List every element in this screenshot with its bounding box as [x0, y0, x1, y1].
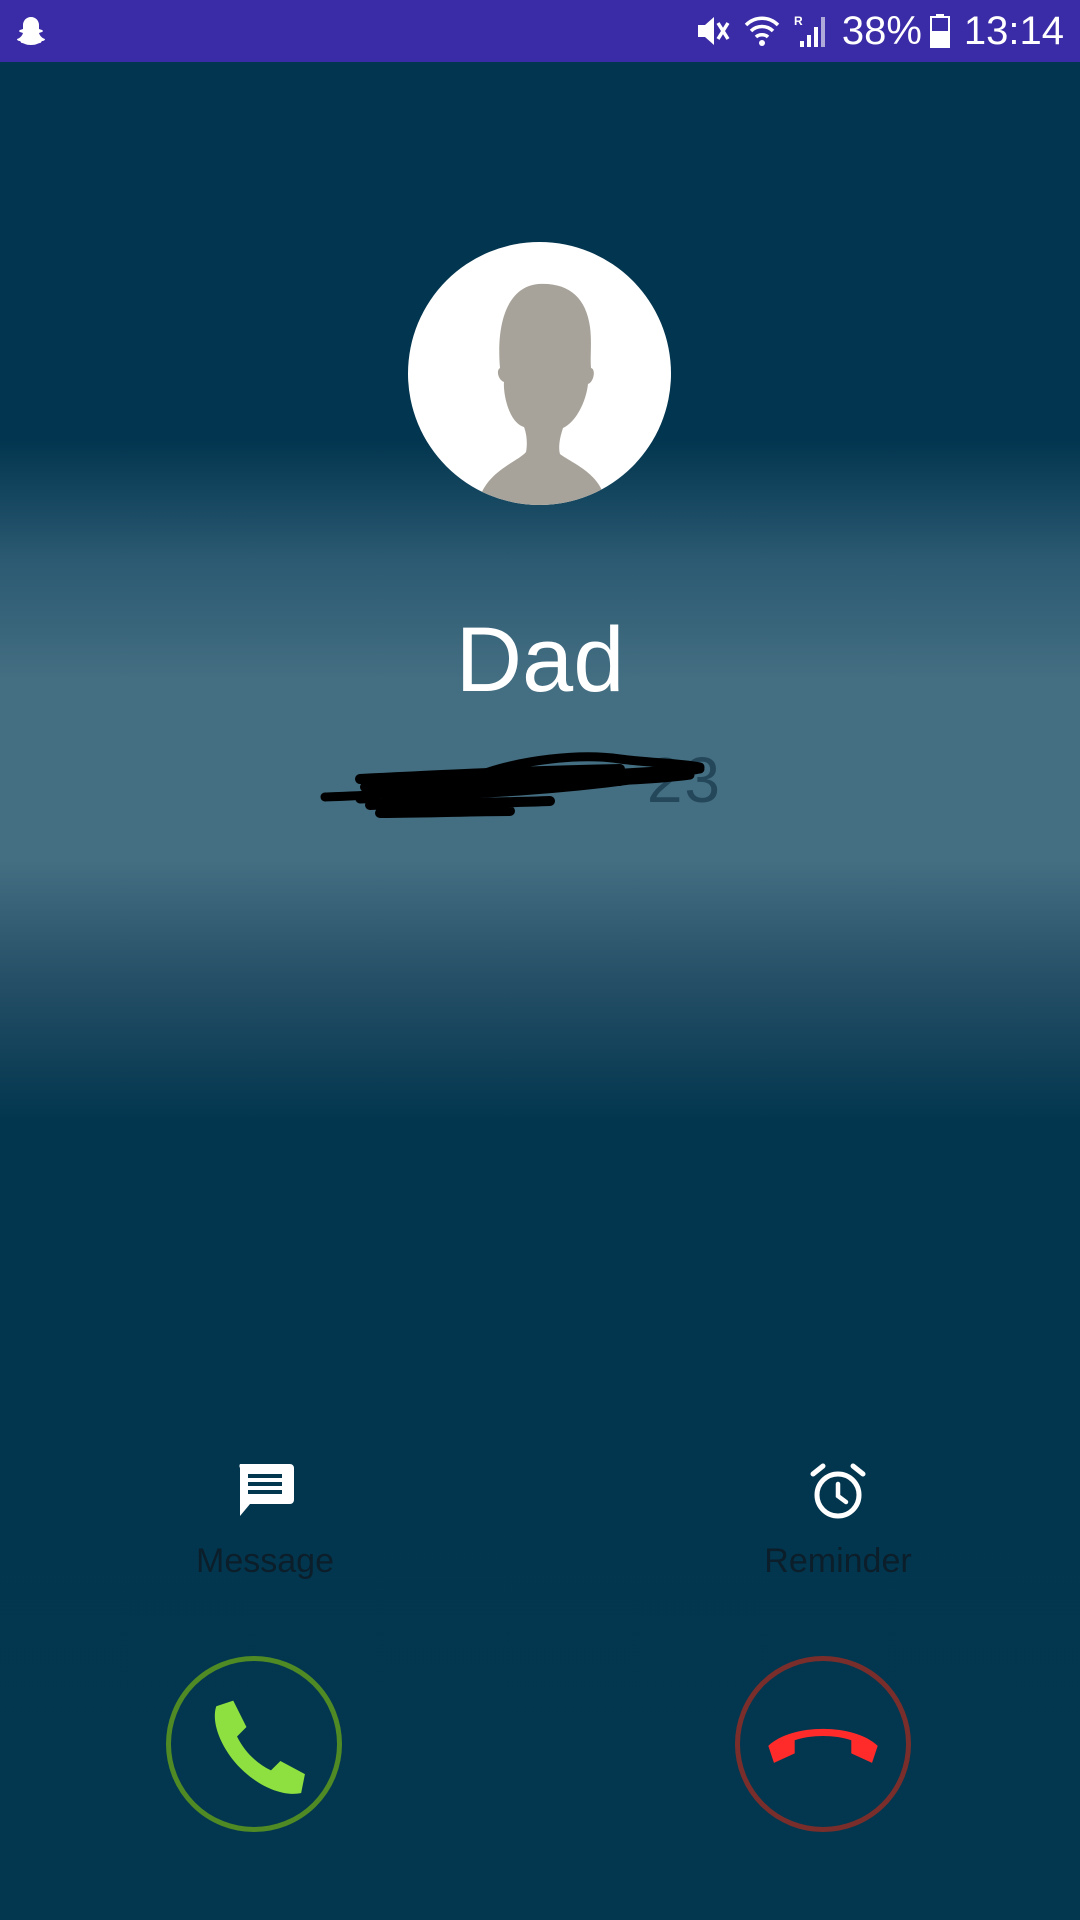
battery-percentage: 38%	[841, 9, 922, 53]
wifi-icon	[744, 16, 780, 46]
answer-call-button[interactable]	[166, 1656, 342, 1832]
message-icon	[239, 1464, 294, 1516]
snapchat-ghost-icon	[17, 17, 45, 45]
reminder-label: Reminder	[764, 1542, 912, 1580]
phone-hangup-icon	[768, 1728, 878, 1763]
clock: 13:14	[963, 9, 1064, 53]
signal-icon: R	[794, 14, 825, 47]
reminder-action[interactable]: Reminder	[718, 1460, 958, 1590]
alarm-clock-icon	[810, 1463, 866, 1519]
message-label: Message	[196, 1542, 334, 1580]
status-bar: R 38% 13:14	[0, 0, 1080, 62]
message-action[interactable]: Message	[145, 1460, 385, 1590]
decline-call-button[interactable]	[735, 1656, 911, 1832]
person-silhouette-icon	[478, 283, 606, 505]
phone-icon	[214, 1700, 305, 1794]
contact-avatar	[408, 242, 671, 505]
caller-phone-number: 23	[320, 735, 730, 825]
redaction-scribble	[320, 752, 705, 818]
battery-icon	[929, 14, 950, 48]
svg-text:R: R	[794, 14, 803, 28]
mute-icon	[697, 17, 730, 45]
caller-name: Dad	[455, 609, 625, 711]
